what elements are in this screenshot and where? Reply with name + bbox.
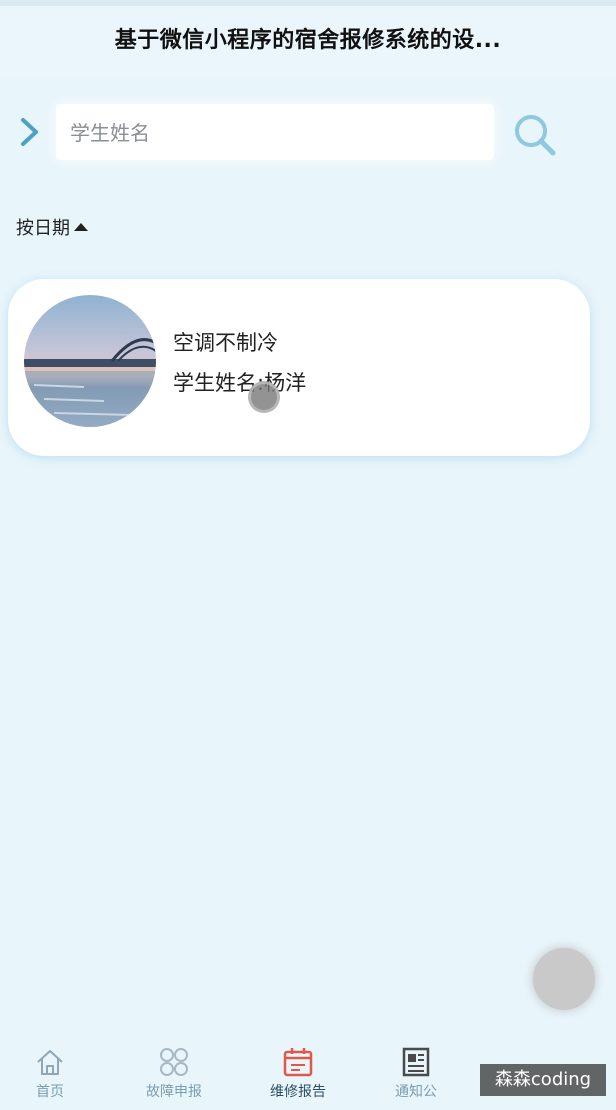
sort-by-date-toggle[interactable]: 按日期 bbox=[16, 213, 89, 241]
tab-notice[interactable]: 通知公 bbox=[356, 1042, 476, 1106]
search-icon[interactable] bbox=[510, 110, 560, 160]
home-icon bbox=[37, 1050, 63, 1075]
record-student-name: 学生姓名:杨洋 bbox=[173, 371, 307, 395]
news-icon bbox=[402, 1047, 430, 1077]
sort-label: 按日期 bbox=[16, 218, 70, 239]
tab-home[interactable]: 首页 bbox=[0, 1042, 110, 1106]
grid-icon bbox=[160, 1048, 188, 1076]
repair-record-card[interactable]: 空调不制冷 学生姓名:杨洋 bbox=[8, 279, 590, 456]
top-bar: 基于微信小程序的宿舍报修系统的设... bbox=[0, 0, 616, 78]
caret-up-icon bbox=[74, 223, 88, 231]
record-image bbox=[24, 295, 156, 427]
record-title: 空调不制冷 bbox=[173, 331, 278, 355]
touch-indicator bbox=[248, 381, 280, 413]
tab-repair-report[interactable]: 维修报告 bbox=[238, 1042, 358, 1106]
floating-action-button[interactable] bbox=[533, 948, 595, 1010]
search-input[interactable] bbox=[70, 118, 470, 148]
bridge-sunset-photo-icon bbox=[24, 295, 156, 427]
page-title: 基于微信小程序的宿舍报修系统的设... bbox=[114, 28, 502, 53]
calendar-icon bbox=[283, 1048, 313, 1077]
tab-fault-report[interactable]: 故障申报 bbox=[114, 1042, 234, 1106]
watermark: 森森coding bbox=[480, 1064, 606, 1096]
tab-repair-report-label: 维修报告 bbox=[270, 1084, 326, 1100]
search-box bbox=[56, 104, 494, 160]
tab-notice-label: 通知公 bbox=[395, 1084, 437, 1100]
tab-home-label: 首页 bbox=[36, 1084, 64, 1100]
chevron-right-icon[interactable] bbox=[18, 117, 42, 147]
tab-fault-report-label: 故障申报 bbox=[146, 1084, 202, 1100]
